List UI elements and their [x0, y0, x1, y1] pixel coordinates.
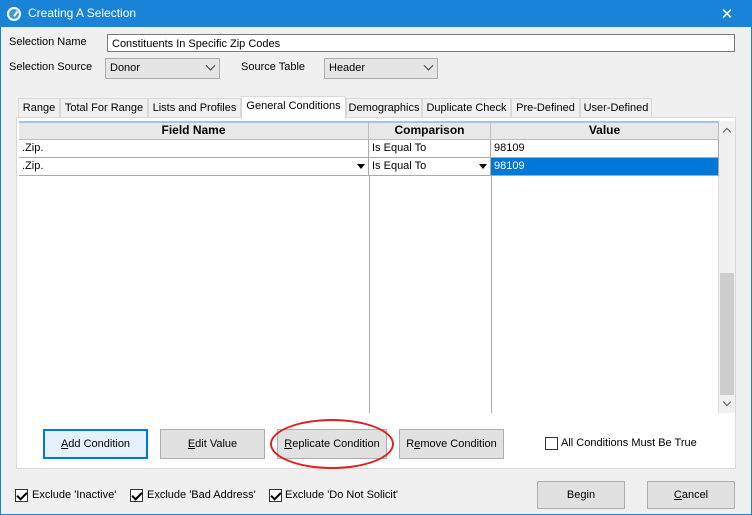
tab-duplicate-check[interactable]: Duplicate Check [422, 98, 511, 118]
conditions-grid: Field Name Comparison Value .Zip. Is Equ… [19, 121, 719, 413]
exclude-bad-address-label: Exclude 'Bad Address' [147, 489, 256, 501]
scroll-up-icon[interactable] [722, 127, 732, 137]
tab-total-for-range[interactable]: Total For Range [60, 98, 148, 118]
all-conditions-checkbox[interactable] [545, 437, 558, 450]
window-title: Creating A Selection [28, 6, 137, 20]
field-name-cell[interactable]: .Zip. [19, 158, 369, 176]
scrollbar-thumb[interactable] [720, 273, 734, 395]
comparison-cell[interactable]: Is Equal To [369, 158, 491, 176]
all-conditions-label: All Conditions Must Be True [561, 437, 697, 449]
exclude-inactive-checkbox[interactable] [15, 489, 28, 502]
value-cell[interactable]: 98109 [491, 140, 719, 158]
tab-user-defined[interactable]: User-Defined [580, 98, 652, 118]
grid-header: Field Name Comparison Value [19, 121, 719, 140]
source-table-value: Header [329, 62, 366, 74]
column-header-field-name[interactable]: Field Name [19, 121, 369, 140]
edit-value-button[interactable]: Edit Value [160, 429, 265, 459]
general-conditions-panel: Field Name Comparison Value .Zip. Is Equ… [16, 117, 736, 469]
scroll-down-icon[interactable] [722, 397, 732, 407]
tab-lists-and-profiles[interactable]: Lists and Profiles [148, 98, 241, 118]
tab-demographics[interactable]: Demographics [346, 98, 422, 118]
comparison-cell[interactable]: Is Equal To [369, 140, 491, 158]
source-table-label: Source Table [241, 61, 306, 73]
dropdown-arrow-icon[interactable] [357, 164, 365, 169]
exclude-do-not-solicit-label: Exclude 'Do Not Solicit' [285, 489, 399, 501]
table-row[interactable]: .Zip. Is Equal To 98109 [19, 158, 719, 176]
selection-name-input[interactable]: Constituents In Specific Zip Codes [107, 34, 735, 52]
selection-source-value: Donor [110, 62, 140, 74]
column-divider [369, 176, 370, 413]
title-bar: Creating A Selection ✕ [1, 1, 751, 27]
annotation-highlight [270, 419, 394, 469]
close-button[interactable]: ✕ [704, 1, 750, 27]
chevron-down-icon [205, 60, 216, 71]
begin-button[interactable]: Begin [537, 481, 625, 509]
column-header-comparison[interactable]: Comparison [369, 121, 491, 140]
column-divider [491, 176, 492, 413]
exclude-bad-address-checkbox[interactable] [130, 489, 143, 502]
tab-pre-defined[interactable]: Pre-Defined [511, 98, 580, 118]
tab-range[interactable]: Range [18, 98, 60, 118]
close-icon: ✕ [720, 5, 734, 23]
source-table-dropdown[interactable]: Header [324, 58, 438, 79]
chevron-down-icon [423, 60, 434, 71]
value-cell-selected[interactable]: 98109 [491, 158, 719, 176]
dropdown-arrow-icon[interactable] [479, 164, 487, 169]
column-header-value[interactable]: Value [491, 121, 719, 140]
exclude-inactive-label: Exclude 'Inactive' [32, 489, 117, 501]
grid-vertical-scrollbar[interactable] [719, 121, 735, 413]
remove-condition-button[interactable]: Remove Condition [399, 429, 504, 459]
app-logo-icon [7, 7, 21, 21]
selection-source-label: Selection Source [9, 61, 93, 73]
table-row[interactable]: .Zip. Is Equal To 98109 [19, 140, 719, 158]
creating-selection-dialog: Creating A Selection ✕ Selection Name Co… [0, 0, 752, 515]
selection-name-label: Selection Name [9, 36, 87, 48]
exclude-do-not-solicit-checkbox[interactable] [269, 489, 282, 502]
field-name-cell[interactable]: .Zip. [19, 140, 369, 158]
tab-general-conditions[interactable]: General Conditions [241, 96, 346, 119]
add-condition-button[interactable]: Add Condition [43, 429, 148, 459]
cancel-button[interactable]: Cancel [647, 481, 735, 509]
selection-source-dropdown[interactable]: Donor [105, 58, 220, 79]
